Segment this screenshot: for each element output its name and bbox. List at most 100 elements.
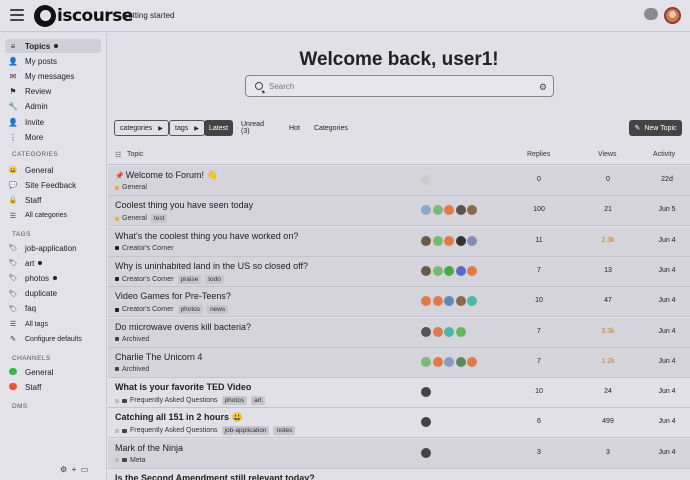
avatar[interactable] (421, 265, 431, 276)
topic-tag[interactable]: photos (221, 396, 248, 406)
topic-activity[interactable]: Jun 4 (652, 388, 682, 395)
topic-category[interactable]: Creator's Corner (122, 245, 174, 252)
sidebar-item-more[interactable]: ⋮ More (5, 130, 101, 144)
sidebar-category-general[interactable]: 😀 General (5, 163, 101, 177)
search-input[interactable]: Search ⚙ (245, 75, 554, 97)
sidebar-tag-art[interactable]: 🏷 art (5, 256, 101, 270)
avatar[interactable] (421, 235, 431, 246)
topic-row[interactable]: Video Games for Pre-Teens? Creator's Corn… (108, 287, 690, 318)
topic-row[interactable]: Do microwave ovens kill bacteria? Archive… (108, 317, 690, 348)
col-activity[interactable]: Activity (653, 151, 675, 158)
avatar[interactable] (444, 265, 454, 276)
topic-replies[interactable]: 6 (526, 418, 552, 425)
avatar[interactable] (467, 296, 477, 307)
avatar[interactable] (444, 326, 454, 337)
col-topic[interactable]: Topic (127, 151, 143, 158)
topic-title[interactable]: Catching all 151 in 2 hours 😃 (115, 412, 243, 423)
col-replies[interactable]: Replies (527, 151, 550, 158)
sidebar-category-staff[interactable]: 🔒 Staff (5, 193, 101, 207)
tags-dropdown[interactable]: tags ▶ (169, 120, 205, 136)
topic-title[interactable]: Video Games for Pre-Teens? (115, 291, 231, 301)
avatar[interactable] (467, 356, 477, 367)
chat-bubble-icon[interactable] (644, 8, 658, 20)
topic-row[interactable]: Coolest thing you have seen today General… (108, 196, 690, 227)
topic-activity[interactable]: Jun 4 (652, 328, 682, 335)
categories-section-header[interactable]: CATEGORIES (12, 151, 58, 158)
topic-category[interactable]: Meta (130, 457, 146, 464)
topic-category[interactable]: Archived (122, 366, 149, 373)
topic-replies[interactable]: 100 (526, 206, 552, 213)
sort-list-icon[interactable]: ☷ (115, 151, 121, 159)
getting-started-link[interactable]: Getting started (122, 11, 174, 20)
topic-activity[interactable]: Jun 4 (652, 358, 682, 365)
avatar[interactable] (432, 205, 443, 216)
avatar[interactable] (455, 235, 466, 246)
topic-replies[interactable]: 7 (526, 267, 552, 274)
topic-activity[interactable]: 22d (652, 176, 682, 183)
topic-category[interactable]: Frequently Asked Questions (130, 397, 218, 404)
topic-replies[interactable]: 11 (526, 237, 552, 244)
avatar[interactable] (467, 235, 477, 246)
sidebar-channel-staff[interactable]: Staff (5, 380, 101, 394)
avatar[interactable] (421, 205, 431, 216)
avatar[interactable] (444, 235, 454, 246)
avatar[interactable] (421, 326, 431, 337)
topic-tag[interactable]: news (207, 305, 229, 315)
topic-activity[interactable]: Jun 4 (652, 449, 682, 456)
sidebar-tag-duplicate[interactable]: 🏷 duplicate (5, 287, 101, 301)
avatar[interactable] (432, 235, 443, 246)
filter-sliders-icon[interactable]: ⚙ (539, 82, 547, 93)
hamburger-menu-icon[interactable] (10, 9, 24, 21)
topic-row[interactable]: Mark of the Ninja Meta 3 3 Jun 4 (108, 438, 690, 469)
avatar[interactable] (467, 265, 477, 276)
sidebar-item-admin[interactable]: 🔧 Admin (5, 100, 101, 114)
topic-tag[interactable]: notes (273, 426, 296, 436)
keyboard-icon[interactable]: ▭ (81, 465, 89, 474)
topic-activity[interactable]: Jun 4 (652, 237, 682, 244)
topic-row[interactable]: 📌 Welcome to Forum! 👋 General 0 0 22d (108, 166, 690, 196)
avatar[interactable] (432, 356, 443, 367)
avatar[interactable] (421, 356, 431, 367)
avatar[interactable] (432, 296, 443, 307)
topic-tag[interactable]: art (251, 396, 265, 406)
topic-category[interactable]: Creator's Corner (122, 276, 174, 283)
avatar[interactable] (455, 296, 466, 307)
tags-section-header[interactable]: TAGS (12, 231, 31, 238)
avatar[interactable] (444, 356, 454, 367)
avatar[interactable] (455, 356, 466, 367)
sidebar-tag-job-application[interactable]: 🏷 job-application (5, 241, 101, 255)
sidebar-item-review[interactable]: ⚑ Review (5, 85, 101, 99)
avatar[interactable] (444, 296, 454, 307)
topic-replies[interactable]: 10 (526, 297, 552, 304)
topic-activity[interactable]: Jun 4 (652, 418, 682, 425)
topic-activity[interactable]: Jun 5 (652, 206, 682, 213)
topic-title[interactable]: What is your favorite TED Video (115, 382, 251, 392)
topic-title[interactable]: Charlie The Unicorn 4 (115, 352, 202, 362)
categories-dropdown[interactable]: categories ▶ (114, 120, 169, 136)
avatar[interactable] (455, 326, 466, 337)
current-user-avatar[interactable] (664, 7, 681, 24)
topic-row[interactable]: Charlie The Unicorn 4 Archived 7 1.2k Jun 4 (108, 347, 690, 378)
sidebar-category-site-feedback[interactable]: 💬 Site Feedback (5, 178, 101, 192)
sidebar-item-my-posts[interactable]: 👤 My posts (5, 54, 101, 68)
topic-category[interactable]: General (122, 184, 147, 191)
plus-icon[interactable]: + (72, 465, 77, 474)
avatar[interactable] (467, 205, 477, 216)
avatar[interactable] (421, 296, 431, 307)
avatar[interactable] (455, 205, 466, 216)
sidebar-tag-configure-defaults[interactable]: ✎ Configure defaults (5, 332, 101, 346)
topic-row[interactable]: Why is uninhabited land in the US so clo… (108, 256, 690, 287)
sidebar-item-my-messages[interactable]: ✉ My messages (5, 69, 101, 83)
tab-unread[interactable]: Unread (3) (236, 120, 269, 136)
avatar[interactable] (444, 205, 454, 216)
topic-title[interactable]: Is the Second Amendment still relevant t… (115, 473, 315, 480)
tab-latest[interactable]: Latest (204, 120, 234, 136)
topic-replies[interactable]: 3 (526, 449, 552, 456)
avatar[interactable] (421, 417, 431, 428)
topic-title[interactable]: Why is uninhabited land in the US so clo… (115, 261, 308, 271)
topic-row[interactable]: Is the Second Amendment still relevant t… (108, 469, 690, 480)
topic-row[interactable]: Catching all 151 in 2 hours 😃 Frequently … (108, 408, 690, 439)
topic-tag[interactable]: job-application (221, 426, 270, 436)
site-logo[interactable]: iscourse (34, 4, 133, 28)
sidebar-tag-all-tags[interactable]: ☰ All tags (5, 317, 101, 331)
